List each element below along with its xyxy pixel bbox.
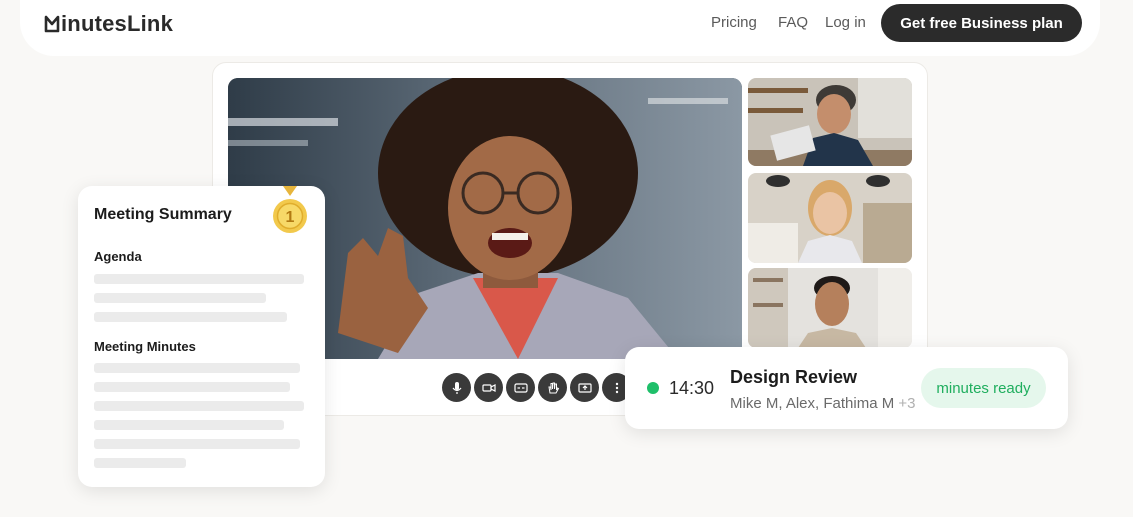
minutes-placeholder-line: [94, 458, 186, 468]
participant-tile-2: [748, 173, 912, 263]
minutes-placeholder-line: [94, 382, 290, 392]
minutes-placeholder-line: [94, 363, 300, 373]
meeting-title: Design Review: [730, 367, 858, 387]
meeting-minutes-heading: Meeting Minutes: [94, 339, 196, 354]
summary-title: Meeting Summary: [94, 206, 232, 223]
minutes-placeholder-line: [94, 420, 284, 430]
minutes-placeholder-line: [94, 439, 300, 449]
camera-icon[interactable]: [474, 373, 503, 402]
meeting-card[interactable]: 14:30 Design Review Mike M, Alex, Fathim…: [625, 347, 1068, 429]
get-business-plan-button[interactable]: Get free Business plan: [881, 4, 1082, 42]
medal-number: 1: [286, 209, 295, 226]
logo-m-icon: [44, 15, 60, 33]
meeting-participants: Mike M, Alex, Fathima M +3: [730, 395, 915, 412]
nav-link-pricing[interactable]: Pricing: [711, 14, 757, 31]
participant-names: Mike M, Alex, Fathima M: [730, 395, 895, 412]
share-screen-icon[interactable]: [570, 373, 599, 402]
raise-hand-icon[interactable]: [538, 373, 567, 402]
meeting-time: 14:30: [669, 378, 715, 398]
agenda-placeholder-line: [94, 312, 287, 322]
minutes-placeholder-line: [94, 401, 304, 411]
agenda-heading: Agenda: [94, 249, 142, 264]
nav-link-faq[interactable]: FAQ: [778, 14, 808, 31]
medal-icon: 1: [273, 186, 307, 233]
extra-participants-count: +3: [898, 395, 916, 412]
participant-2-image: [748, 173, 912, 263]
logo-text: inutesLink: [61, 11, 174, 36]
participant-1-image: [748, 78, 912, 166]
minutes-ready-badge: minutes ready: [921, 368, 1046, 408]
meeting-summary-card: Meeting Summary 1 Agenda Meeting Minutes: [78, 186, 325, 487]
logo[interactable]: inutesLink: [44, 11, 174, 36]
call-controls: [442, 373, 631, 402]
agenda-placeholder-line: [94, 274, 304, 284]
agenda-placeholder-line: [94, 293, 266, 303]
captions-icon[interactable]: [506, 373, 535, 402]
participant-tile-1: [748, 78, 912, 166]
microphone-icon[interactable]: [442, 373, 471, 402]
nav-link-login[interactable]: Log in: [825, 14, 866, 31]
live-status-dot: [647, 382, 659, 394]
participant-3-image: [748, 268, 912, 348]
participant-tile-3: [748, 268, 912, 348]
